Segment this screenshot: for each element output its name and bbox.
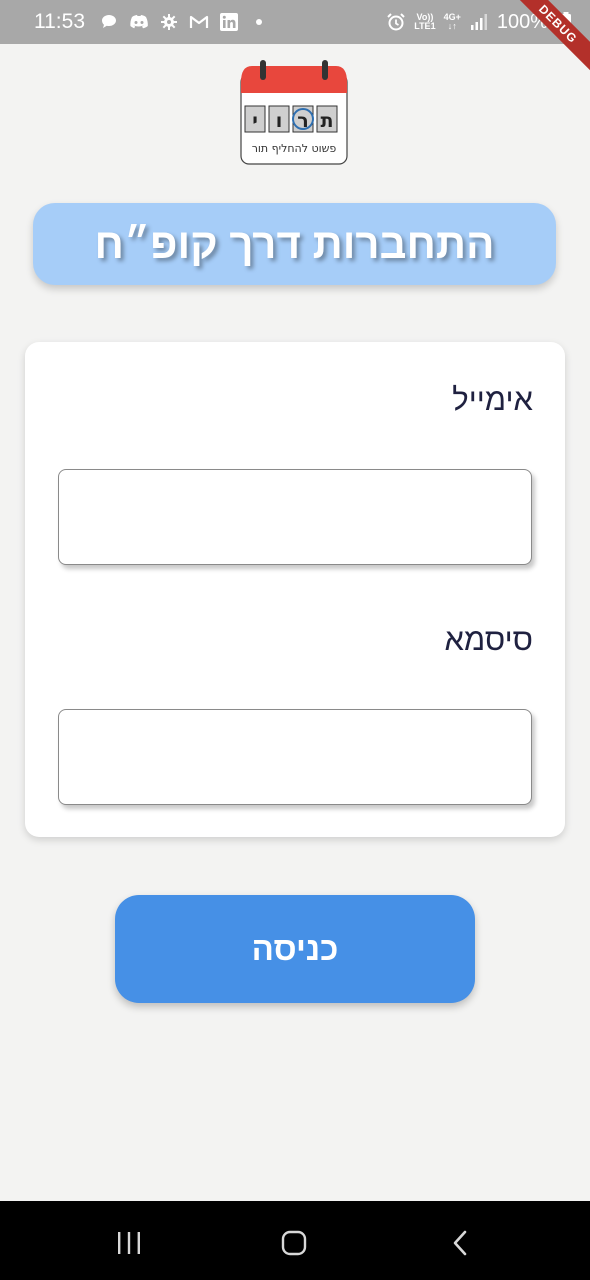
discord-icon — [129, 12, 149, 32]
navigation-bar — [0, 1201, 590, 1280]
password-label: סיסמא — [444, 622, 533, 657]
back-button[interactable] — [440, 1223, 480, 1263]
linkedin-icon — [219, 12, 239, 32]
status-bar: 11:53 Vo)) LTE1 4G+ ↓↑ 100% — [0, 0, 590, 44]
email-field[interactable] — [58, 469, 532, 565]
logo-letter-3: ר — [297, 110, 308, 132]
logo-letter-2: ו — [276, 110, 283, 132]
settings-gear-icon — [159, 12, 179, 32]
logo-letter-1: ת — [321, 110, 334, 132]
recents-icon — [118, 1232, 140, 1254]
login-button[interactable]: כניסה — [115, 895, 475, 1003]
home-button[interactable] — [274, 1223, 314, 1263]
logo-letter-4: י — [252, 110, 258, 132]
app-logo: ת ו ר י פשוט להחליף תור — [240, 60, 348, 166]
email-label: אימייל — [452, 382, 533, 417]
recent-apps-button[interactable] — [109, 1223, 149, 1263]
home-icon — [281, 1230, 307, 1256]
signal-icon: 4G+ ↓↑ — [443, 12, 461, 31]
dot-icon — [249, 12, 269, 32]
back-chevron-icon — [453, 1230, 467, 1256]
chat-bubble-icon — [99, 12, 119, 32]
volte-icon: Vo)) LTE1 — [414, 12, 436, 31]
status-time: 11:53 — [34, 10, 85, 33]
title-banner: התחברות דרך קופ״ח — [33, 203, 556, 285]
login-form-card: אימייל סיסמא — [25, 342, 565, 837]
alarm-icon — [386, 12, 406, 32]
logo-tagline: פשוט להחליף תור — [252, 142, 337, 155]
gmail-icon — [189, 12, 209, 32]
password-field[interactable] — [58, 709, 532, 805]
signal-bars-icon — [469, 12, 489, 32]
page-title: התחברות דרך קופ״ח — [94, 220, 495, 267]
calendar-logo-icon: ת ו ר י פשוט להחליף תור — [240, 60, 348, 165]
